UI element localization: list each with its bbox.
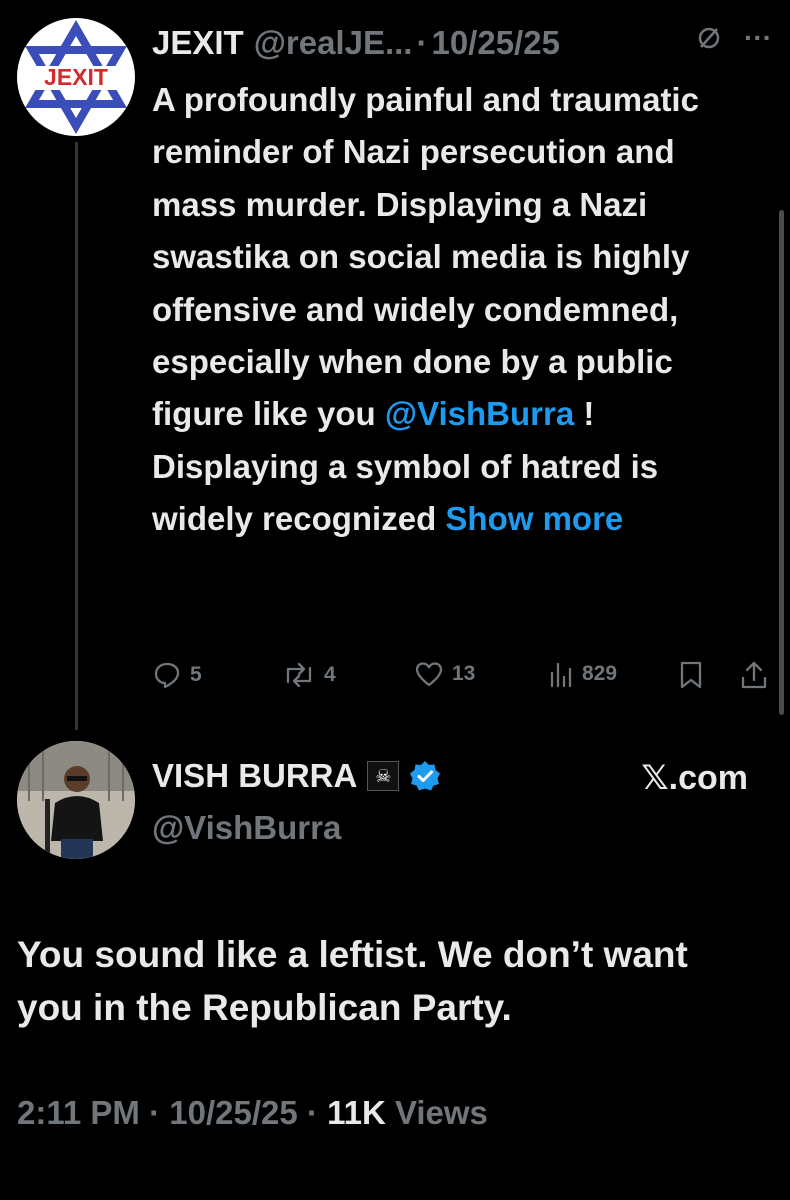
- parent-action-bar: 5 4 13 829: [152, 660, 772, 700]
- views-label: Views: [394, 1094, 488, 1131]
- repost-button[interactable]: 4: [282, 660, 336, 690]
- separator-dot: ·: [306, 1094, 318, 1131]
- x-com-watermark: 𝕏.com: [641, 759, 748, 797]
- heart-icon: [415, 662, 443, 687]
- thread-connector-line: [75, 142, 78, 730]
- tweet-time[interactable]: 2:11 PM: [17, 1094, 140, 1131]
- views-button[interactable]: 829: [548, 660, 617, 688]
- tweet-date[interactable]: 10/25/25: [169, 1094, 297, 1131]
- like-button[interactable]: 13: [414, 660, 475, 688]
- vishburra-avatar[interactable]: [17, 741, 135, 859]
- share-button[interactable]: [740, 660, 768, 690]
- pirate-flag-icon: ☠: [367, 761, 400, 791]
- parent-header-icons: ···: [696, 22, 772, 54]
- parent-tweet-text: A profoundly painful and traumatic remin…: [152, 74, 762, 546]
- analytics-bars-icon: [550, 662, 572, 688]
- parent-date[interactable]: 10/25/25: [431, 22, 559, 64]
- share-icon: [741, 661, 767, 689]
- slash-circle-icon[interactable]: [696, 25, 722, 51]
- main-tweet-meta: 2:11 PM · 10/25/25 · 11K Views: [17, 1094, 488, 1132]
- parent-tweet-header: JEXIT @realJE... · 10/25/25: [152, 22, 762, 64]
- jexit-avatar[interactable]: JEXIT: [17, 18, 135, 136]
- verified-badge-icon: [410, 761, 441, 791]
- views-count: 11K: [327, 1094, 386, 1131]
- view-count: 829: [582, 662, 618, 685]
- repost-icon: [286, 662, 312, 688]
- mention-link[interactable]: @VishBurra: [385, 395, 574, 432]
- bookmark-button[interactable]: [678, 660, 704, 690]
- repost-count: 4: [324, 663, 336, 686]
- reply-icon: [154, 662, 180, 689]
- main-author-name-row: VISH BURRA ☠: [152, 757, 441, 795]
- reply-button[interactable]: 5: [152, 660, 202, 690]
- parent-text-part1: A profoundly painful and traumatic remin…: [152, 81, 699, 433]
- parent-handle[interactable]: @realJE...: [254, 22, 413, 64]
- scrollbar[interactable]: [779, 210, 784, 715]
- bookmark-icon: [680, 661, 702, 689]
- user-photo-icon: [17, 741, 135, 859]
- avatar-logo-text: JEXIT: [44, 64, 108, 90]
- main-tweet-text: You sound like a leftist. We don’t want …: [17, 934, 688, 1028]
- separator-dot: ·: [149, 1094, 161, 1131]
- star-of-david-logo-icon: JEXIT: [25, 20, 127, 134]
- more-options-icon[interactable]: ···: [744, 22, 772, 54]
- like-count: 13: [452, 662, 476, 685]
- main-handle[interactable]: @VishBurra: [152, 809, 341, 847]
- parent-display-name[interactable]: JEXIT: [152, 22, 244, 64]
- separator-dot: ·: [416, 24, 428, 61]
- main-display-name[interactable]: VISH BURRA: [152, 757, 357, 795]
- show-more-link[interactable]: Show more: [445, 500, 623, 537]
- reply-count: 5: [190, 663, 202, 686]
